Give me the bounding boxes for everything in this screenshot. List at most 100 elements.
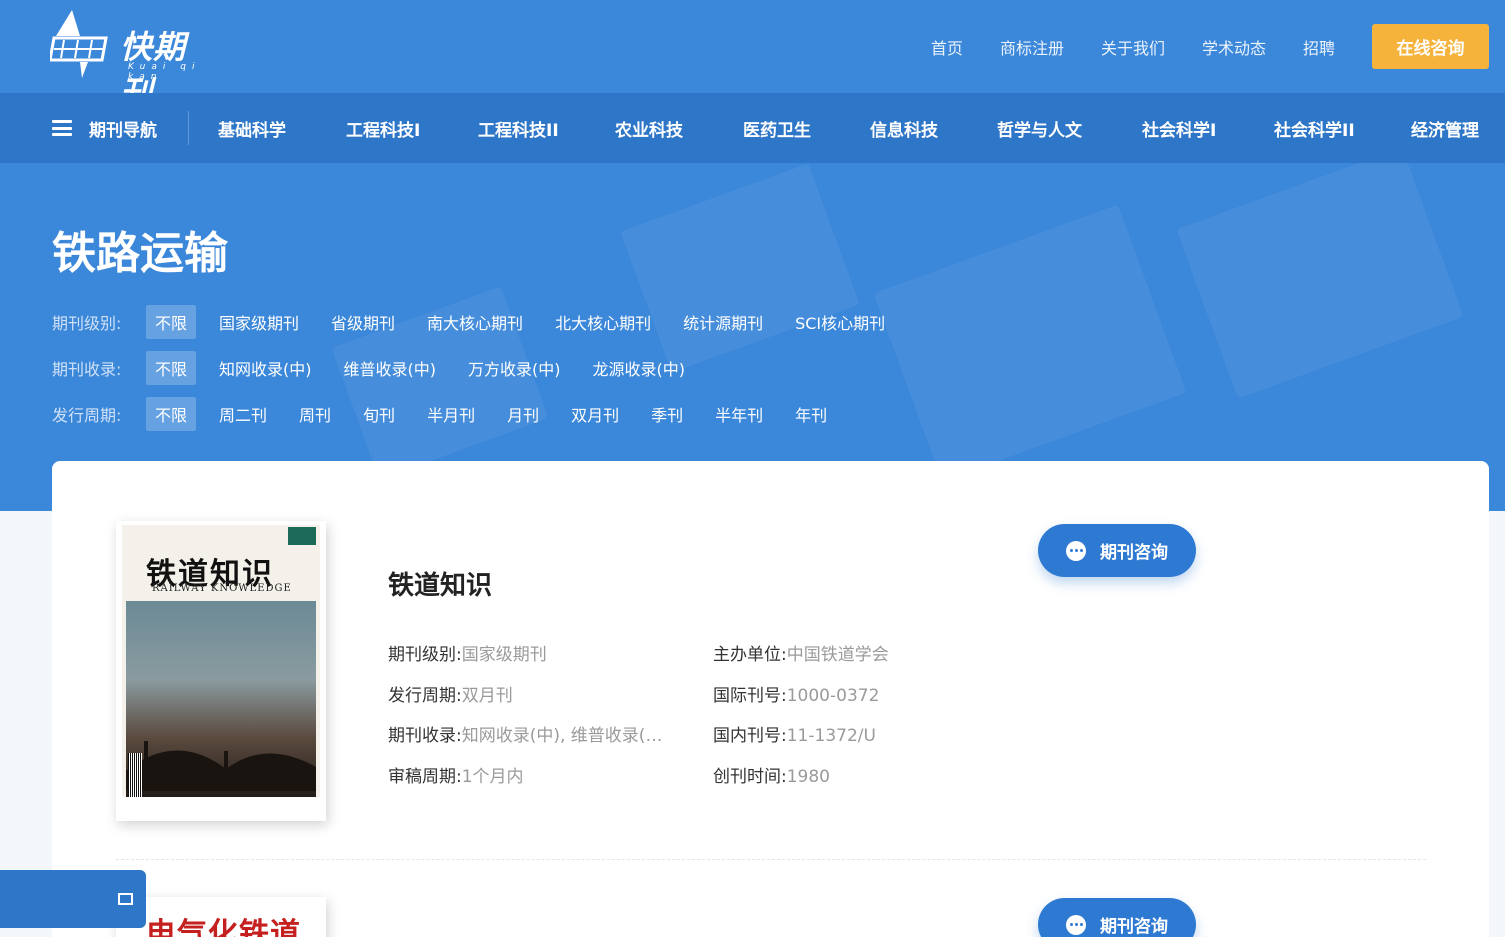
field-label: 国际刊号: bbox=[713, 686, 787, 706]
menu-icon bbox=[52, 120, 72, 136]
field-label: 主办单位: bbox=[713, 645, 787, 665]
filter-option[interactable]: 万方收录(中) bbox=[468, 356, 561, 380]
filter-option-selected[interactable]: 不限 bbox=[146, 397, 197, 431]
field-value: 1000-0372 bbox=[786, 686, 880, 706]
filter-row-level: 期刊级别: 不限 国家级期刊 省级期刊 南大核心期刊 北大核心期刊 统计源期刊 … bbox=[52, 305, 917, 339]
journal-index: 期刊收录:知网收录(中), 维普收录(… bbox=[388, 721, 662, 746]
field-label: 发行周期: bbox=[388, 686, 462, 706]
journal-list: 铁道知识 RAILWAY KNOWLEDGE 铁道知识 期刊级别:国家级期刊 发… bbox=[52, 461, 1489, 937]
hero-decoration bbox=[1176, 163, 1464, 399]
category-social-1[interactable]: 社会科学I bbox=[1142, 93, 1216, 163]
filter-option[interactable]: SCI核心期刊 bbox=[795, 310, 885, 334]
journal-nav-menu[interactable]: 期刊导航 bbox=[52, 93, 157, 163]
category-social-2[interactable]: 社会科学II bbox=[1274, 93, 1355, 163]
filter-option[interactable]: 北大核心期刊 bbox=[555, 310, 651, 334]
filter-option[interactable]: 月刊 bbox=[507, 402, 539, 426]
journal-cover[interactable]: 铁道知识 RAILWAY KNOWLEDGE bbox=[116, 521, 326, 821]
site-logo[interactable]: 快期刊 Kuai qi kan bbox=[48, 8, 210, 112]
cover-barcode bbox=[128, 753, 142, 797]
filter-option-selected[interactable]: 不限 bbox=[146, 351, 197, 385]
filter-option[interactable]: 国家级期刊 bbox=[219, 310, 299, 334]
filter-option[interactable]: 知网收录(中) bbox=[219, 356, 312, 380]
category-medicine[interactable]: 医药卫生 bbox=[743, 93, 811, 163]
journal-title[interactable]: 铁道知识 bbox=[388, 565, 492, 602]
page-title: 铁路运输 bbox=[52, 228, 228, 279]
nav-home[interactable]: 首页 bbox=[931, 35, 963, 59]
field-label: 期刊收录: bbox=[388, 726, 462, 746]
cover-photo bbox=[126, 601, 316, 797]
filter-option-selected[interactable]: 不限 bbox=[146, 305, 197, 339]
chat-icon bbox=[1066, 540, 1086, 561]
journal-sponsor: 主办单位:中国铁道学会 bbox=[713, 640, 889, 665]
journal-consult-label: 期刊咨询 bbox=[1100, 543, 1168, 563]
field-value: 1980 bbox=[786, 767, 830, 787]
filter-row-index: 期刊收录: 不限 知网收录(中) 维普收录(中) 万方收录(中) 龙源收录(中) bbox=[52, 351, 717, 385]
field-value: 1个月内 bbox=[461, 767, 524, 787]
journal-level: 期刊级别:国家级期刊 bbox=[388, 640, 547, 665]
nav-about[interactable]: 关于我们 bbox=[1101, 35, 1165, 59]
journal-consult-button[interactable]: 期刊咨询 bbox=[1038, 898, 1196, 937]
list-divider bbox=[116, 859, 1426, 860]
top-header: 快期刊 Kuai qi kan 首页 商标注册 关于我们 学术动态 招聘 在线咨… bbox=[0, 0, 1505, 112]
category-philosophy[interactable]: 哲学与人文 bbox=[997, 93, 1082, 163]
category-economics[interactable]: 经济管理 bbox=[1411, 93, 1479, 163]
category-engineering-2[interactable]: 工程科技II bbox=[478, 93, 559, 163]
filter-option[interactable]: 周刊 bbox=[299, 402, 331, 426]
field-value: 11-1372/U bbox=[786, 726, 876, 746]
top-nav: 首页 商标注册 关于我们 学术动态 招聘 在线咨询 bbox=[931, 0, 1505, 93]
filter-option[interactable]: 季刊 bbox=[651, 402, 683, 426]
floating-side-tab[interactable] bbox=[0, 870, 146, 928]
filter-option[interactable]: 省级期刊 bbox=[331, 310, 395, 334]
category-divider bbox=[188, 111, 189, 145]
filter-row-cycle: 发行周期: 不限 周二刊 周刊 旬刊 半月刊 月刊 双月刊 季刊 半年刊 年刊 bbox=[52, 397, 859, 431]
hero-banner: 铁路运输 期刊级别: 不限 国家级期刊 省级期刊 南大核心期刊 北大核心期刊 统… bbox=[0, 163, 1505, 511]
journal-nav-label: 期刊导航 bbox=[89, 120, 157, 141]
cover-subtitle: RAILWAY KNOWLEDGE bbox=[152, 583, 292, 594]
journal-review: 审稿周期:1个月内 bbox=[388, 762, 524, 787]
field-label: 国内刊号: bbox=[713, 726, 787, 746]
journal-issn: 国际刊号:1000-0372 bbox=[713, 681, 879, 706]
window-icon[interactable] bbox=[118, 893, 133, 905]
filter-option[interactable]: 维普收录(中) bbox=[344, 356, 437, 380]
field-label: 审稿周期: bbox=[388, 767, 462, 787]
filter-option[interactable]: 半月刊 bbox=[427, 402, 475, 426]
cover-title: 电气化铁道 bbox=[146, 917, 301, 937]
journal-cn: 国内刊号:11-1372/U bbox=[713, 721, 876, 746]
filter-option[interactable]: 年刊 bbox=[795, 402, 827, 426]
filter-option[interactable]: 半年刊 bbox=[715, 402, 763, 426]
logo-pinyin: Kuai qi kan bbox=[128, 62, 201, 82]
filter-option[interactable]: 旬刊 bbox=[363, 402, 395, 426]
hero-decoration bbox=[620, 163, 860, 373]
category-agriculture[interactable]: 农业科技 bbox=[615, 93, 683, 163]
online-consult-button[interactable]: 在线咨询 bbox=[1372, 24, 1489, 69]
filter-label: 期刊级别: bbox=[52, 314, 122, 333]
chat-icon bbox=[1066, 914, 1086, 935]
filter-option[interactable]: 南大核心期刊 bbox=[427, 310, 523, 334]
category-information[interactable]: 信息科技 bbox=[870, 93, 938, 163]
hero-decoration bbox=[873, 204, 1187, 482]
filter-option[interactable]: 统计源期刊 bbox=[683, 310, 763, 334]
journal-cycle: 发行周期:双月刊 bbox=[388, 681, 513, 706]
filter-option[interactable]: 周二刊 bbox=[219, 402, 267, 426]
cover-badge bbox=[288, 527, 316, 545]
filter-option[interactable]: 双月刊 bbox=[571, 402, 619, 426]
filter-label: 发行周期: bbox=[52, 406, 122, 425]
field-value: 中国铁道学会 bbox=[786, 645, 889, 665]
category-bar: 期刊导航 基础科学 工程科技I 工程科技II 农业科技 医药卫生 信息科技 哲学… bbox=[0, 93, 1505, 163]
cover-image: 铁道知识 RAILWAY KNOWLEDGE bbox=[122, 525, 320, 797]
filter-label: 期刊收录: bbox=[52, 360, 122, 379]
category-basic-science[interactable]: 基础科学 bbox=[218, 93, 286, 163]
nav-trademark[interactable]: 商标注册 bbox=[1000, 35, 1064, 59]
filter-option[interactable]: 龙源收录(中) bbox=[593, 356, 686, 380]
journal-cover[interactable]: 电气化铁道 bbox=[116, 897, 326, 937]
field-value: 国家级期刊 bbox=[461, 645, 547, 665]
journal-consult-label: 期刊咨询 bbox=[1100, 917, 1168, 937]
journal-consult-button[interactable]: 期刊咨询 bbox=[1038, 524, 1196, 577]
nav-jobs[interactable]: 招聘 bbox=[1303, 35, 1335, 59]
field-value: 双月刊 bbox=[461, 686, 513, 706]
category-engineering-1[interactable]: 工程科技I bbox=[346, 93, 420, 163]
field-label: 创刊时间: bbox=[713, 767, 787, 787]
journal-founded: 创刊时间:1980 bbox=[713, 762, 830, 787]
nav-academic-news[interactable]: 学术动态 bbox=[1202, 35, 1266, 59]
field-value: 知网收录(中), 维普收录(… bbox=[461, 726, 663, 746]
